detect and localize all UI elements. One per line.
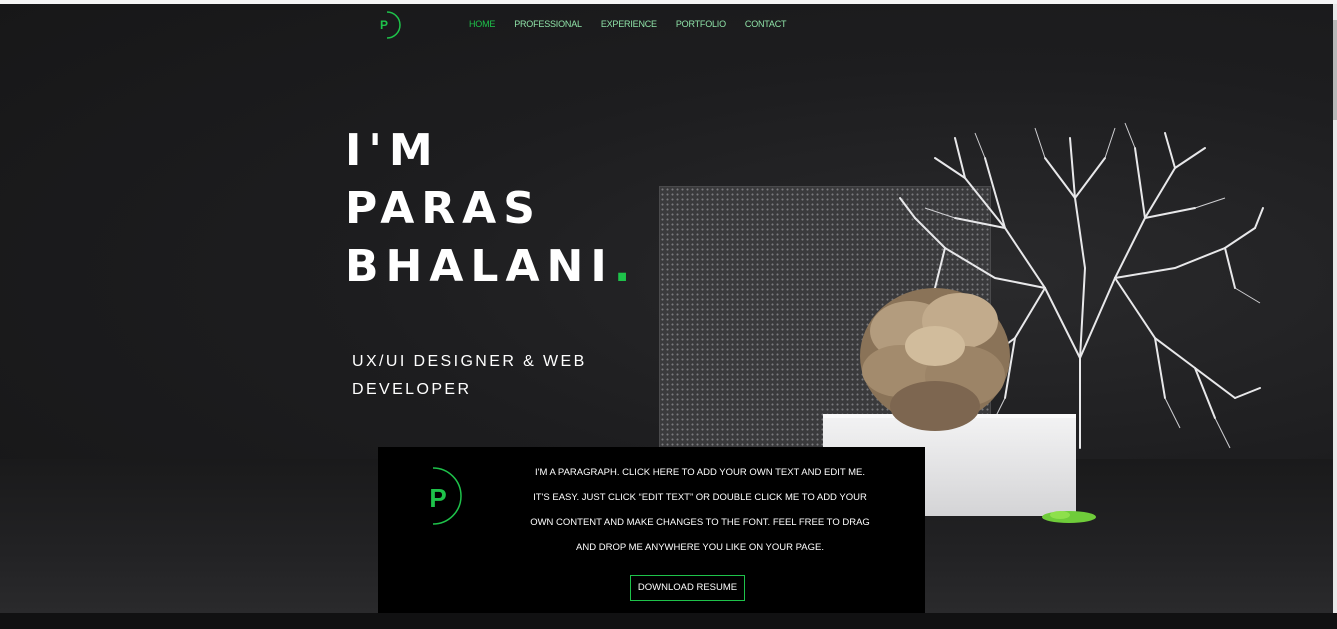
paragraph-line: AND DROP ME ANYWHERE YOU LIKE ON YOUR PA… — [576, 542, 824, 553]
hero-subtitle: UX/UI DESIGNER & WEB DEVELOPER — [352, 348, 622, 404]
paragraph-line: I'M A PARAGRAPH. CLICK HERE TO ADD YOUR … — [535, 467, 865, 478]
nav-home[interactable]: HOME — [469, 19, 495, 29]
headline-dot: . — [613, 241, 638, 292]
subtitle-line-1: UX/UI DESIGNER & WEB — [352, 353, 587, 370]
site-logo[interactable]: P — [372, 10, 402, 40]
card-logo-letter: P — [429, 483, 447, 513]
nav-experience[interactable]: EXPERIENCE — [601, 19, 657, 29]
headline-line-2: PARAS — [345, 183, 542, 234]
hero-headline: I'M PARAS BHALANI. — [345, 122, 637, 296]
paragraph-line: IT'S EASY. JUST CLICK “EDIT TEXT” OR DOU… — [533, 492, 867, 503]
green-moss — [1042, 511, 1096, 523]
nav-contact[interactable]: CONTACT — [745, 19, 787, 29]
main-nav: HOME PROFESSIONAL EXPERIENCE PORTFOLIO C… — [469, 19, 787, 29]
nav-portfolio[interactable]: PORTFOLIO — [676, 19, 726, 29]
scrollbar-thumb[interactable] — [1333, 20, 1337, 120]
footer-strip — [0, 613, 1337, 629]
headline-line-3: BHALANI. — [345, 238, 637, 296]
headline-line-1: I'M — [345, 125, 440, 176]
headline-name: BHALANI — [345, 241, 614, 292]
oyster-mushroom-image — [860, 288, 1010, 431]
logo-letter: P — [379, 18, 388, 32]
nav-professional[interactable]: PROFESSIONAL — [514, 19, 582, 29]
subtitle-line-2: DEVELOPER — [352, 381, 472, 398]
paragraph-line: OWN CONTENT AND MAKE CHANGES TO THE FONT… — [530, 517, 870, 528]
intro-paragraph[interactable]: I'M A PARAGRAPH. CLICK HERE TO ADD YOUR … — [515, 460, 885, 560]
download-resume-button[interactable]: DOWNLOAD RESUME — [630, 575, 745, 601]
